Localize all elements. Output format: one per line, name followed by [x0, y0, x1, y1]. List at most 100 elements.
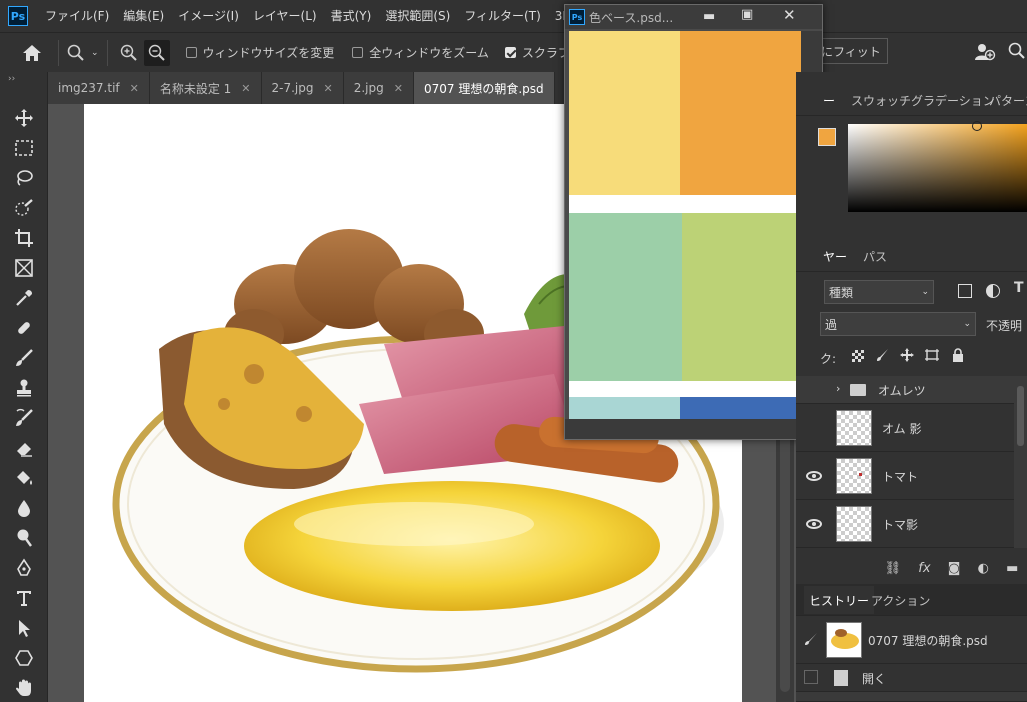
link-layers-icon[interactable]: ⛓: [885, 561, 902, 576]
menu-file[interactable]: ファイル(F): [38, 0, 116, 32]
clone-stamp-icon[interactable]: [10, 376, 38, 400]
lock-all-icon[interactable]: [952, 348, 964, 365]
close-icon[interactable]: ✕: [394, 82, 403, 95]
maximize-icon[interactable]: ▣: [741, 7, 753, 22]
lock-pixels-icon[interactable]: [876, 348, 890, 365]
tab-2-7[interactable]: 2-7.jpg ✕: [261, 72, 344, 104]
tab-actions[interactable]: アクション: [866, 586, 935, 614]
path-select-icon[interactable]: [10, 616, 38, 640]
zoom-in-icon[interactable]: [120, 44, 138, 62]
menu-filter[interactable]: フィルター(T): [457, 0, 547, 32]
home-icon[interactable]: [22, 44, 42, 62]
lasso-tool-icon[interactable]: [10, 166, 38, 190]
history-brush-source-icon[interactable]: [804, 632, 818, 649]
tab-history[interactable]: ヒストリー: [804, 586, 875, 614]
resize-window-checkbox[interactable]: ウィンドウサイズを変更: [185, 44, 334, 61]
menu-edit[interactable]: 編集(E): [116, 0, 171, 32]
lock-artboard-icon[interactable]: [924, 348, 940, 365]
marquee-tool-icon[interactable]: [10, 136, 38, 160]
zoom-out-icon[interactable]: [143, 39, 170, 66]
layers-scrollbar[interactable]: [1014, 376, 1027, 548]
history-brush-icon[interactable]: [10, 406, 38, 430]
scrubby-zoom-checkbox[interactable]: スクラブ: [504, 44, 570, 61]
window-status-bar: [565, 419, 822, 439]
chevron-down-icon[interactable]: ⌄: [91, 48, 99, 58]
color-picker-cursor[interactable]: [972, 121, 982, 131]
tab-paths[interactable]: パス: [858, 242, 892, 270]
layer-row[interactable]: トマト: [796, 452, 1027, 500]
layer-row[interactable]: トマ影: [796, 500, 1027, 548]
collapse-chevron-icon[interactable]: ››: [8, 74, 15, 84]
eye-icon[interactable]: [806, 519, 822, 529]
history-source-checkbox[interactable]: [804, 670, 818, 684]
tab-2[interactable]: 2.jpg ✕: [343, 72, 414, 104]
window-title: 色ベース.psd...: [589, 10, 674, 25]
close-icon[interactable]: ✕: [241, 82, 250, 95]
history-state-row[interactable]: 開く: [796, 664, 1027, 692]
adjustment-layer-icon[interactable]: ◐: [978, 561, 989, 576]
move-tool-icon[interactable]: [10, 106, 38, 130]
type-tool-icon[interactable]: [10, 586, 38, 610]
pen-tool-icon[interactable]: [10, 556, 38, 580]
eyedropper-tool-icon[interactable]: [10, 286, 38, 310]
scrollbar-thumb[interactable]: [1017, 386, 1024, 446]
frame-tool-icon[interactable]: [10, 256, 38, 280]
layer-filter-dropdown[interactable]: 種類 ⌄: [824, 280, 934, 304]
color-picker-field[interactable]: [848, 121, 1027, 212]
close-icon[interactable]: ✕: [324, 82, 333, 95]
paint-bucket-icon[interactable]: [10, 466, 38, 490]
chevron-down-icon: ⌄: [963, 319, 971, 329]
close-icon[interactable]: ✕: [783, 6, 796, 24]
tab-color[interactable]: ー: [818, 86, 840, 114]
tab-breakfast-psd[interactable]: 0707 理想の朝食.psd: [413, 72, 555, 104]
expand-chevron-icon[interactable]: ›: [836, 382, 840, 395]
lock-label: ク:: [820, 352, 837, 366]
layer-row[interactable]: オム 影: [796, 404, 1027, 452]
photoshop-logo: Ps: [8, 6, 28, 26]
layer-thumbnail: [836, 506, 872, 542]
fx-icon[interactable]: fx: [918, 561, 930, 576]
zoom-all-windows-checkbox[interactable]: 全ウィンドウをズーム: [352, 44, 489, 61]
minimize-icon[interactable]: ▬: [703, 9, 715, 24]
window-title-bar[interactable]: Ps 色ベース.psd... ▬ ▣ ✕: [565, 5, 822, 29]
menu-type[interactable]: 書式(Y): [324, 0, 379, 32]
adjustment-filter-icon[interactable]: [986, 284, 1000, 298]
history-state-row[interactable]: [796, 692, 1027, 702]
new-group-icon[interactable]: ▬: [1006, 561, 1018, 576]
eraser-tool-icon[interactable]: [10, 436, 38, 460]
menu-image[interactable]: イメージ(I): [171, 0, 246, 32]
hand-tool-icon[interactable]: [10, 676, 38, 700]
crop-tool-icon[interactable]: [10, 226, 38, 250]
blur-tool-icon[interactable]: [10, 496, 38, 520]
tab-layers[interactable]: ヤー: [818, 242, 852, 270]
close-icon[interactable]: ✕: [130, 82, 139, 95]
lock-transparency-icon[interactable]: [852, 350, 864, 362]
layer-name: トマト: [882, 470, 919, 484]
tab-img237[interactable]: img237.tif ✕: [48, 72, 150, 104]
quick-select-tool-icon[interactable]: [10, 196, 38, 220]
layer-row-group[interactable]: › オムレツ: [796, 376, 1027, 404]
blend-mode-dropdown[interactable]: 過 ⌄: [820, 312, 976, 336]
foreground-color[interactable]: [818, 128, 836, 146]
tab-patterns[interactable]: パターン: [984, 86, 1027, 114]
lock-position-icon[interactable]: [900, 348, 914, 365]
menu-select[interactable]: 選択範囲(S): [378, 0, 457, 32]
tab-label: 2.jpg: [353, 81, 384, 95]
user-share-icon[interactable]: [974, 42, 996, 65]
eye-icon[interactable]: [806, 471, 822, 481]
image-filter-icon[interactable]: [958, 284, 972, 298]
healing-brush-icon[interactable]: [10, 316, 38, 340]
zoom-tool-icon[interactable]: ⌄: [67, 44, 99, 62]
floating-document-window[interactable]: Ps 色ベース.psd... ▬ ▣ ✕: [564, 4, 823, 440]
shape-tool-icon[interactable]: [10, 646, 38, 670]
brush-tool-icon[interactable]: [10, 346, 38, 370]
swatch-aqua: [569, 397, 680, 419]
type-filter-icon[interactable]: T: [1014, 280, 1024, 296]
mask-icon[interactable]: ◙: [948, 561, 961, 576]
dodge-tool-icon[interactable]: [10, 526, 38, 550]
menu-layer[interactable]: レイヤー(L): [246, 0, 324, 32]
search-icon[interactable]: [1008, 42, 1026, 63]
tab-untitled-1[interactable]: 名称未設定 1 ✕: [149, 72, 262, 104]
color-base-canvas[interactable]: [569, 31, 801, 419]
history-snapshot-row[interactable]: 0707 理想の朝食.psd: [796, 616, 1027, 664]
